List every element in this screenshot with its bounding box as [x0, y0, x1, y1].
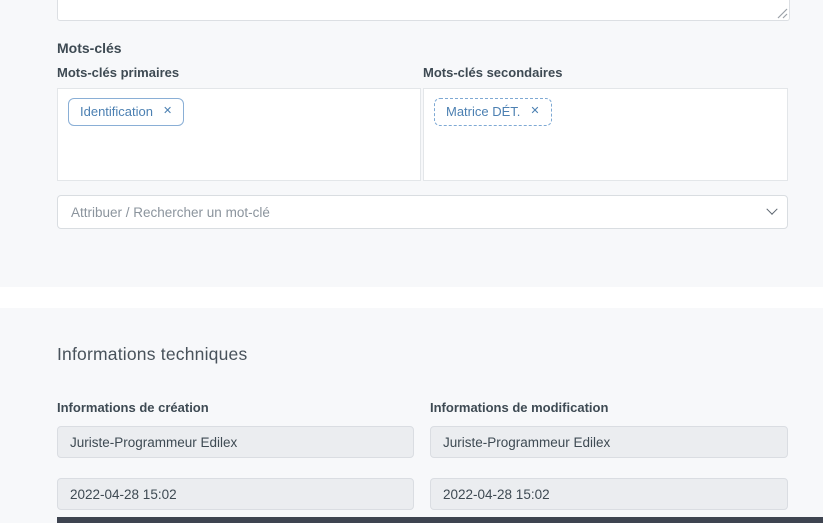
keywords-section: Mots-clés Mots-clés primaires Mots-clés …	[0, 0, 823, 287]
bottom-panel-edge	[57, 517, 823, 523]
primary-keywords-box: Identification ✕	[57, 88, 421, 181]
modification-info-label: Informations de modification	[430, 400, 608, 415]
creation-info-label: Informations de création	[57, 400, 209, 415]
secondary-keywords-label: Mots-clés secondaires	[423, 65, 562, 80]
creation-author-value: Juriste-Programmeur Edilex	[70, 435, 237, 450]
keywords-title: Mots-clés	[57, 40, 122, 56]
description-textarea[interactable]	[57, 0, 790, 21]
keyword-search-dropdown[interactable]: Attribuer / Rechercher un mot-clé	[57, 195, 788, 229]
primary-keywords-label: Mots-clés primaires	[57, 65, 179, 80]
secondary-keywords-box: Matrice DÉT. ✕	[423, 88, 788, 181]
keyword-tag: Identification ✕	[68, 98, 184, 126]
modification-author-value: Juriste-Programmeur Edilex	[443, 435, 610, 450]
remove-tag-icon[interactable]: ✕	[163, 106, 172, 117]
keyword-tag: Matrice DÉT. ✕	[434, 98, 552, 126]
page: Mots-clés Mots-clés primaires Mots-clés …	[0, 0, 823, 523]
keyword-tag-label: Identification	[80, 104, 153, 119]
modification-datetime-value: 2022-04-28 15:02	[443, 487, 550, 502]
keyword-tag-label: Matrice DÉT.	[446, 104, 520, 119]
creation-datetime-field: 2022-04-28 15:02	[57, 478, 414, 510]
remove-tag-icon[interactable]: ✕	[530, 106, 539, 117]
keyword-search-placeholder: Attribuer / Rechercher un mot-clé	[58, 205, 757, 220]
chevron-down-icon[interactable]	[757, 208, 787, 216]
technical-info-title: Informations techniques	[57, 344, 247, 365]
creation-author-field: Juriste-Programmeur Edilex	[57, 426, 414, 458]
modification-datetime-field: 2022-04-28 15:02	[430, 478, 788, 510]
modification-author-field: Juriste-Programmeur Edilex	[430, 426, 788, 458]
technical-info-section: Informations techniques Informations de …	[0, 308, 823, 523]
creation-datetime-value: 2022-04-28 15:02	[70, 487, 177, 502]
